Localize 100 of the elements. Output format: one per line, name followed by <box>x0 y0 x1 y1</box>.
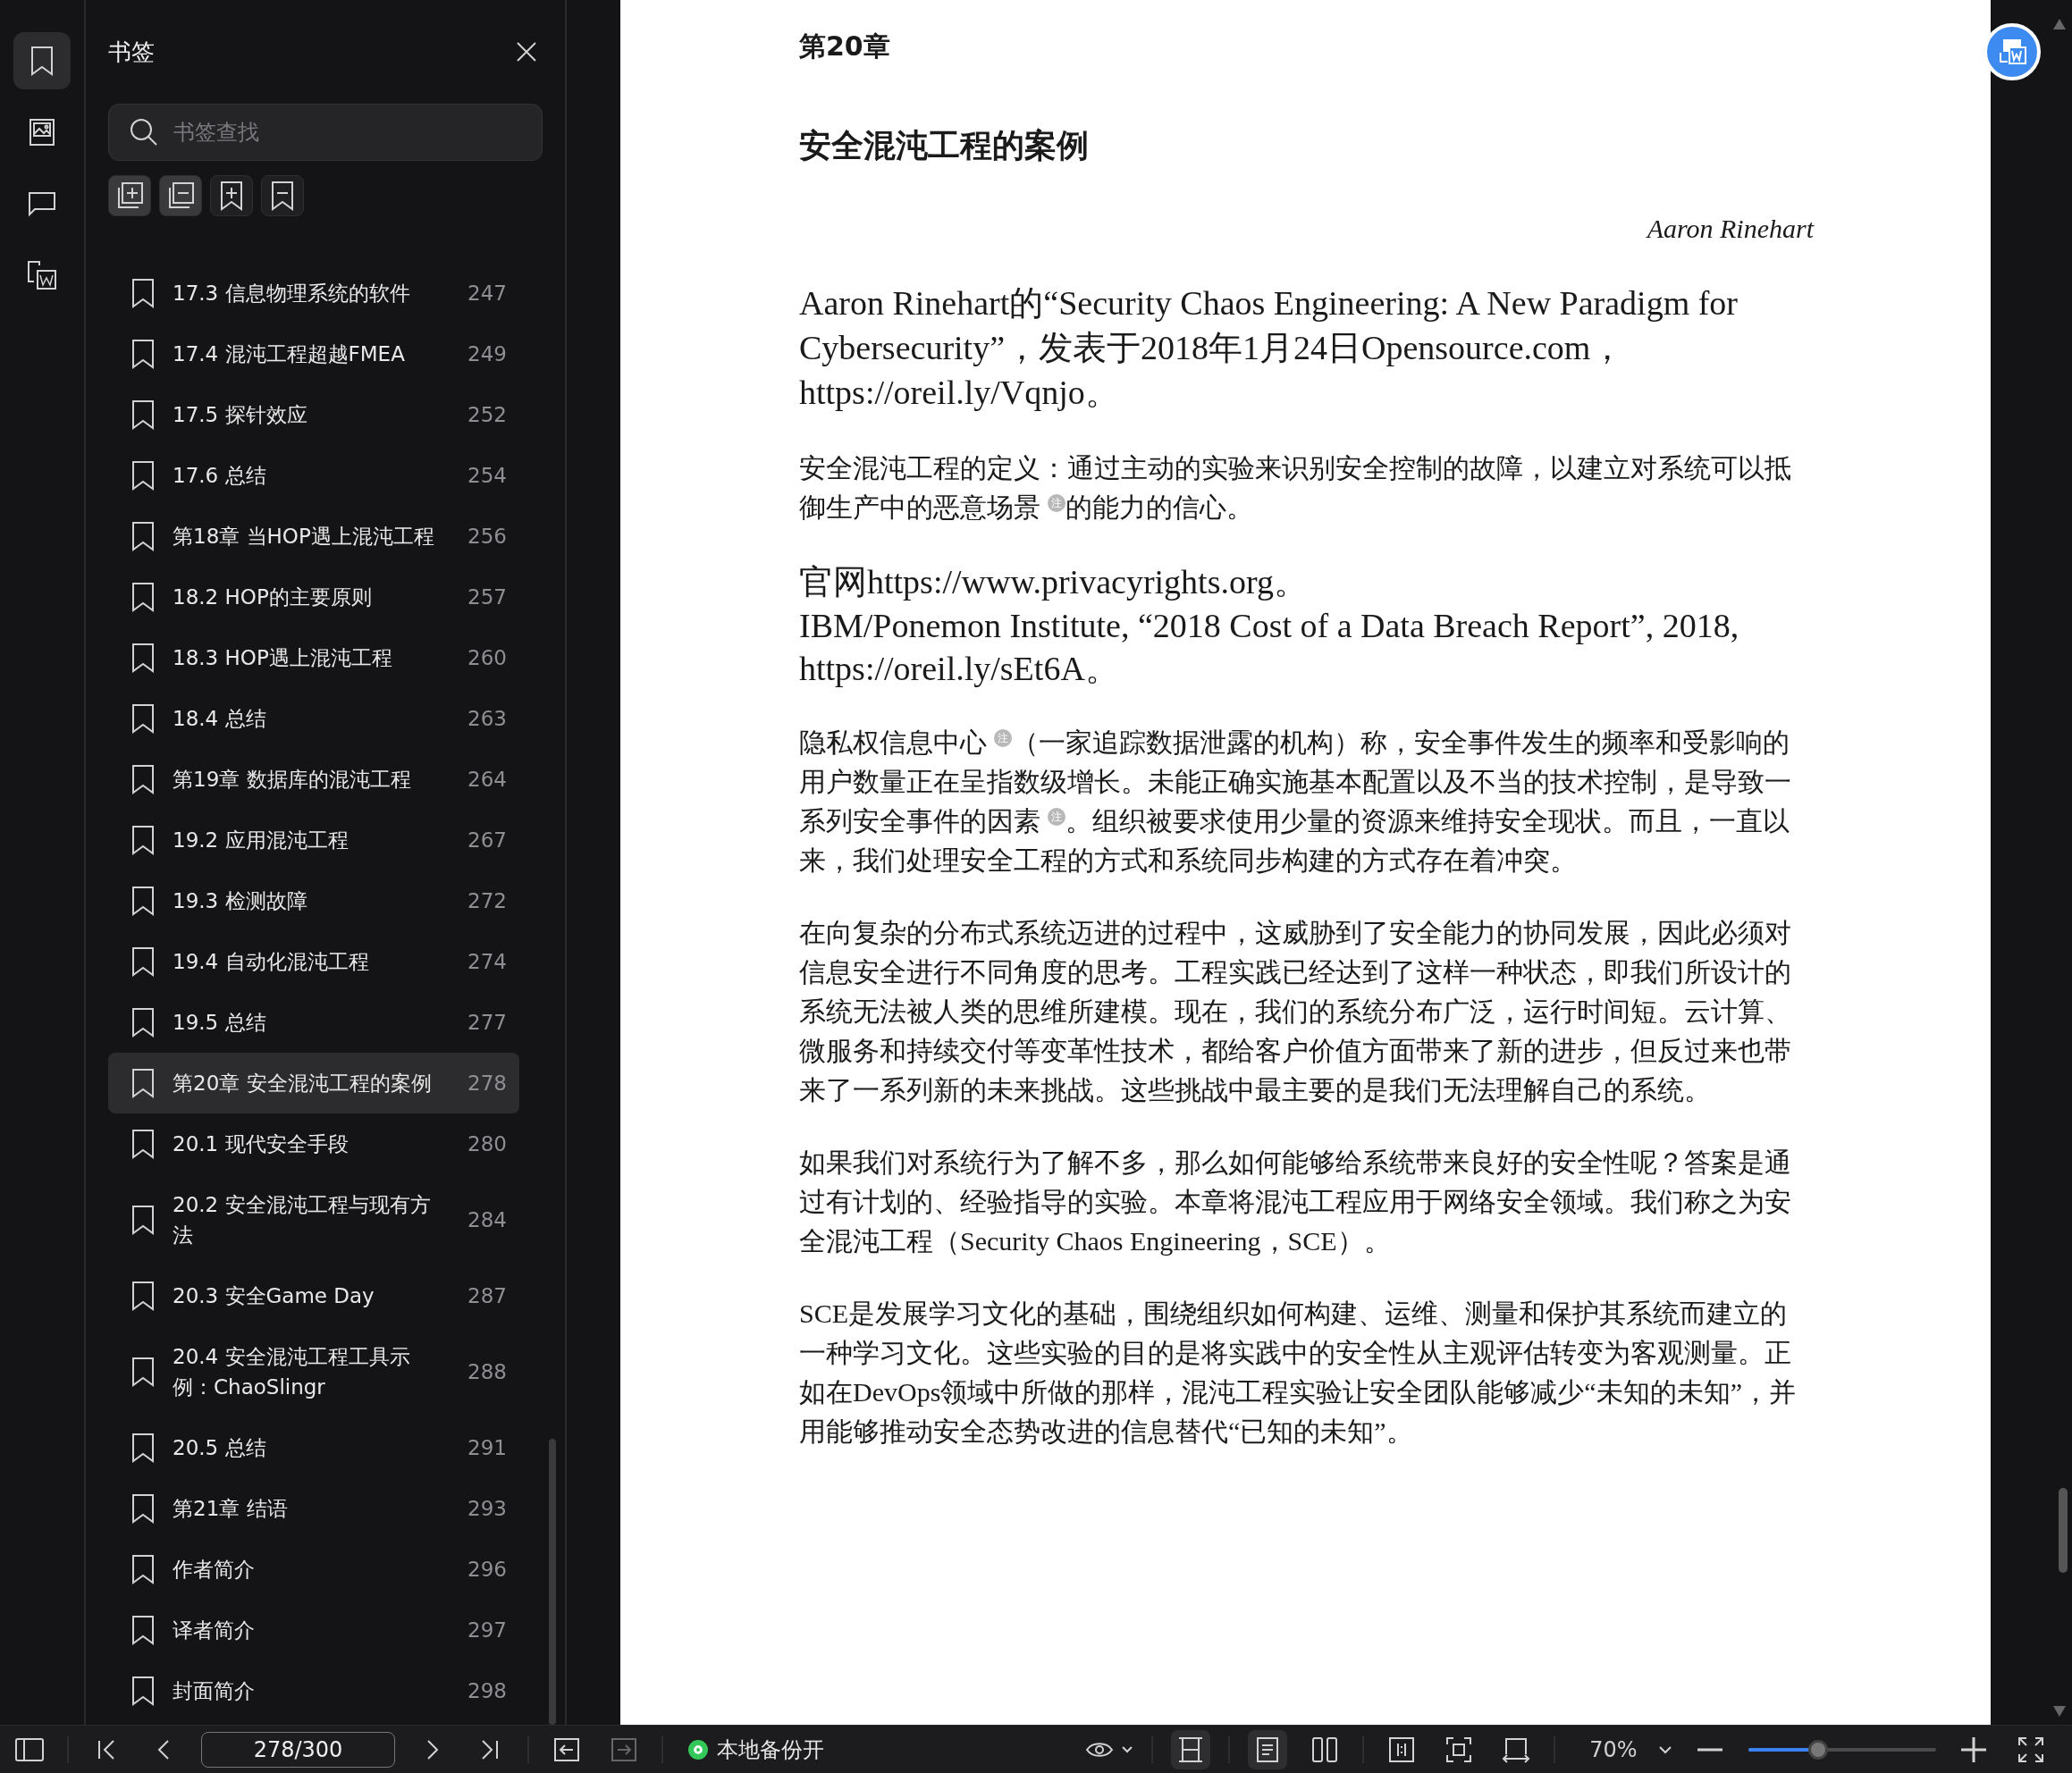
bookmark-icon <box>131 1007 155 1038</box>
page-number: 291 <box>467 1435 507 1461</box>
page-number: 280 <box>467 1131 507 1157</box>
bookmark-item[interactable]: 封面简介 298 <box>108 1660 519 1721</box>
bookmark-item[interactable]: 19.2 应用混沌工程 267 <box>108 810 519 870</box>
close-icon <box>516 41 537 63</box>
zoom-dropdown-button[interactable] <box>1658 1744 1672 1754</box>
slider-thumb[interactable] <box>1807 1739 1828 1760</box>
bookmark-item[interactable]: 20.3 安全Game Day 287 <box>108 1265 519 1326</box>
forward-icon <box>611 1736 637 1762</box>
bookmark-item[interactable]: 18.3 HOP遇上混沌工程 260 <box>108 627 519 688</box>
scrollbar-thumb[interactable] <box>2059 1488 2068 1573</box>
page-number: 277 <box>467 1010 507 1036</box>
bookmark-item[interactable]: 17.5 探针效应 252 <box>108 384 519 445</box>
paragraph: 安全混沌工程的定义：通过主动的实验来识别安全控制的故障，以建立对系统可以抵御生产中的恶意场景 $^{注}$ 的能力的信心。 <box>799 452 1792 524</box>
bookmark-icon <box>131 1554 155 1584</box>
bookmark-item[interactable]: 19.4 自动化混沌工程 274 <box>108 931 519 992</box>
bookmark-title: 第18章 当HOP遇上混沌工程 <box>173 524 435 550</box>
page-number: 249 <box>467 341 507 367</box>
continuous-scroll-icon <box>1177 1735 1204 1763</box>
page-mode-button[interactable] <box>1248 1729 1287 1769</box>
paragraph: 隐私权信息中心 $^{注}$（一家追踪数据泄露的机构）称，安全事件发生的频率和受影响的用户数量正在呈指数级增长。未能正确实施基本配置以及不当的技术控制，是导致一系列安全事件的因素 $^{注}$。组织被要求使用少量的资源来维持安全现状。而且，一直以来，我们处理安全工程的方式和系统同步构建的方式存在着冲突。 <box>799 727 1792 877</box>
bookmark-item[interactable]: 17.4 混沌工程超越FMEA 249 <box>108 324 519 384</box>
bookmark-title: 18.3 HOP遇上混沌工程 <box>173 645 393 671</box>
page-number: 267 <box>467 828 507 853</box>
bookmark-item[interactable]: 19.3 检测故障 272 <box>108 870 519 931</box>
page-number: 263 <box>467 706 507 732</box>
bookmark-icon <box>131 886 155 916</box>
bookmark-item[interactable]: 17.6 总结 254 <box>108 445 519 506</box>
image-icon <box>29 118 55 147</box>
bookmark-item[interactable]: 18.2 HOP的主要原则 257 <box>108 567 519 627</box>
bookmark-item[interactable]: 18.4 总结 263 <box>108 688 519 749</box>
page-number: 288 <box>467 1359 507 1385</box>
bookmark-icon <box>131 460 155 491</box>
fullscreen-icon <box>2017 1735 2044 1763</box>
caret-icon <box>1658 1744 1672 1754</box>
bookmark-item[interactable]: 第18章 当HOP遇上混沌工程 256 <box>108 506 519 567</box>
chapter-label: 第20章 <box>799 29 891 63</box>
bookmark-title: 18.2 HOP的主要原则 <box>173 584 373 610</box>
scrollbar-thumb[interactable] <box>549 1439 556 1725</box>
bookmark-tool-button[interactable] <box>210 175 253 216</box>
bookmark-item[interactable]: 20.5 总结 291 <box>108 1417 519 1478</box>
bookmark-item[interactable]: 译者简介 297 <box>108 1600 519 1660</box>
bookmark-title: 19.3 检测故障 <box>173 888 308 914</box>
bookmark-icon <box>131 703 155 734</box>
bookmark-item[interactable]: 20.1 现代安全手段 280 <box>108 1113 519 1174</box>
bookmark-icon <box>131 1433 155 1463</box>
page-number: 296 <box>467 1557 507 1583</box>
caret-icon <box>1121 1744 1133 1754</box>
paragraph: IBM/Ponemon Institute, “2018 Cost of a Data Breach Report”, 2018, https://oreil.ly/sEt6A。 <box>799 606 1740 689</box>
bookmark-title: 第20章 安全混沌工程的案例 <box>173 1071 433 1097</box>
next-icon <box>426 1738 439 1760</box>
bookmark-title: 20.2 安全混沌工程与现有方法 <box>173 1192 432 1248</box>
bookmark-title: 19.2 应用混沌工程 <box>173 828 350 853</box>
backup-status: 本地备份开 <box>717 1735 824 1764</box>
search-input[interactable]: 书签查找 <box>172 119 515 146</box>
page-number: 278 <box>467 1071 507 1097</box>
bookmark-item[interactable]: 20.2 安全混沌工程与现有方法 284 <box>108 1174 519 1265</box>
fit-width-icon <box>1388 1735 1415 1763</box>
bookmark-icon <box>131 825 155 855</box>
bookmark-title: 17.4 混沌工程超越FMEA <box>173 341 406 367</box>
bookmark-tool-button[interactable] <box>108 175 151 216</box>
back-icon <box>553 1736 580 1762</box>
bookmark-title: 19.4 自动化混沌工程 <box>173 949 370 975</box>
page-number: 293 <box>467 1496 507 1522</box>
page-number-field[interactable]: 278/300 <box>201 1731 395 1768</box>
bookmark-item[interactable]: 17.3 信息物理系统的软件 247 <box>108 263 519 324</box>
page-number: 264 <box>467 767 507 793</box>
first-page-icon <box>97 1738 116 1760</box>
bookmark-item[interactable]: 作者简介 296 <box>108 1539 519 1600</box>
bookmark-icon <box>131 399 155 430</box>
bookmark-tool-button[interactable] <box>261 175 304 216</box>
page-number: 272 <box>467 888 507 914</box>
bookmark-title: 20.1 现代安全手段 <box>173 1131 350 1157</box>
search-icon <box>129 117 159 147</box>
zoom-slider[interactable] <box>1748 1739 1936 1760</box>
bookmark-tool-button[interactable] <box>159 175 202 216</box>
bookmark-title: 封面简介 <box>173 1678 256 1704</box>
bookmark-title: 译者简介 <box>173 1618 256 1643</box>
bookmark-item[interactable]: 19.5 总结 277 <box>108 992 519 1053</box>
scroll-down-icon[interactable] <box>2053 1706 2066 1717</box>
bookmark-icon <box>131 1281 155 1311</box>
bookmark-item[interactable]: 20.4 安全混沌工程工具示例：ChaoSlingr 288 <box>108 1326 519 1417</box>
paragraph: 如果我们对系统行为了解不多，那么如何能够给系统带来良好的安全性呢？答案是通过有计划的、经验指导的实验。本章将混沌工程应用于网络安全领域。我们称之为安全混沌工程（Security Chaos Engineering，SCE）。 <box>799 1147 1792 1257</box>
bookmark-title: 20.5 总结 <box>173 1435 267 1461</box>
page-number: 287 <box>467 1283 507 1309</box>
bookmark-item[interactable]: 第20章 安全混沌工程的案例 278 <box>108 1053 519 1113</box>
zoom-value[interactable]: 70% <box>1582 1736 1645 1762</box>
page-number: 274 <box>467 949 507 975</box>
scroll-up-icon[interactable] <box>2053 19 2066 29</box>
sidebar-tab[interactable] <box>13 32 71 89</box>
comment-icon <box>27 190 57 217</box>
scroll-mode-button[interactable] <box>1171 1729 1210 1769</box>
bookmark-icon <box>131 1357 155 1387</box>
search-field[interactable]: 书签查找 <box>108 104 543 161</box>
page-number: 284 <box>467 1207 507 1233</box>
minus-icon <box>1697 1747 1722 1752</box>
bookmark-item[interactable]: 第21章 结语 293 <box>108 1478 519 1539</box>
bookmark-item[interactable]: 第19章 数据库的混沌工程 264 <box>108 749 519 810</box>
page-number: 260 <box>467 645 507 671</box>
